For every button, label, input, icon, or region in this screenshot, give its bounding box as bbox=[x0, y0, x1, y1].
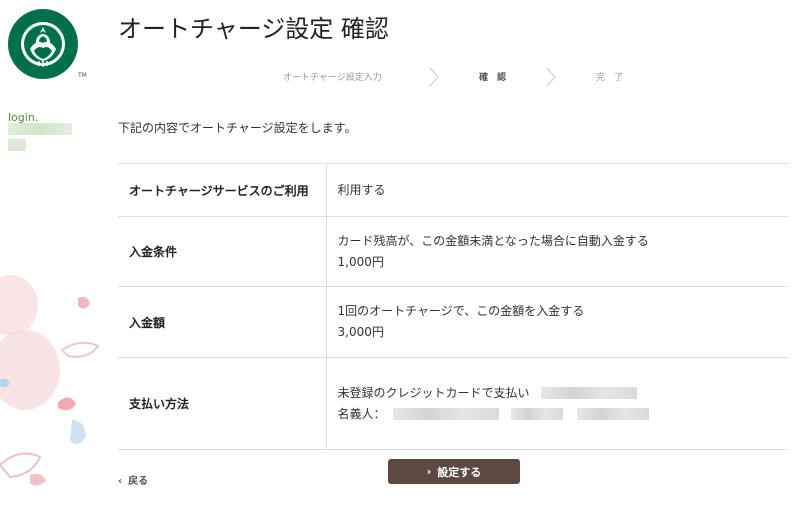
chevron-right-icon: › bbox=[426, 465, 432, 478]
redacted-username bbox=[8, 123, 72, 135]
back-label: 戻る bbox=[128, 476, 149, 487]
chevron-right-icon bbox=[546, 67, 556, 87]
value-line: 1回のオートチャージで、この金額を入金する bbox=[337, 304, 585, 318]
starbucks-logo[interactable] bbox=[8, 9, 78, 79]
chevron-left-icon: ‹ bbox=[118, 476, 123, 487]
redacted-holder-name bbox=[393, 408, 500, 420]
card-holder-label: 名義人： bbox=[337, 406, 386, 421]
trademark-mark: TM bbox=[78, 72, 87, 79]
step-complete: 完 了 bbox=[596, 73, 624, 83]
submit-settings-button[interactable]: › 設定する bbox=[388, 459, 520, 484]
table-row: 入金条件 カード残高が、この金額未満となった場合に自動入金する 1,000円 bbox=[118, 216, 788, 287]
sakura-decoration bbox=[0, 275, 100, 486]
sidebar: TM login. bbox=[0, 0, 100, 509]
confirmation-table: オートチャージサービスのご利用 利用する 入金条件 カード残高が、この金額未満と… bbox=[118, 163, 788, 450]
redacted-holder-name bbox=[511, 408, 564, 420]
card-holder-line: 名義人： bbox=[338, 404, 789, 425]
redacted-holder-name bbox=[577, 408, 649, 420]
row-value: 利用する bbox=[326, 163, 788, 217]
row-label: 支払い方法 bbox=[118, 357, 327, 450]
back-link[interactable]: ‹ 戻る bbox=[118, 472, 148, 487]
table-row: 支払い方法 未登録のクレジットカードで支払い 名義人： bbox=[118, 357, 789, 450]
chevron-right-icon bbox=[429, 67, 439, 87]
payment-method-text: 未登録のクレジットカードで支払い bbox=[337, 385, 530, 400]
page-title: オートチャージ設定 確認 bbox=[118, 15, 389, 43]
row-label: 入金額 bbox=[118, 286, 327, 358]
row-value: 未登録のクレジットカードで支払い 名義人： bbox=[326, 357, 789, 450]
value-amount: 3,000円 bbox=[337, 325, 384, 339]
progress-steps: オートチャージ設定入力 確 認 完 了 bbox=[283, 67, 663, 87]
redacted-card-number bbox=[541, 387, 638, 399]
row-value: 1回のオートチャージで、この金額を入金する 3,000円 bbox=[326, 286, 788, 358]
step-input: オートチャージ設定入力 bbox=[283, 73, 382, 83]
value-line: カード残高が、この金額未満となった場合に自動入金する bbox=[337, 233, 649, 248]
value-line: 利用する bbox=[337, 182, 386, 197]
redacted-user-detail bbox=[8, 139, 26, 151]
payment-method-line: 未登録のクレジットカードで支払い bbox=[338, 383, 789, 404]
value-amount: 1,000円 bbox=[337, 254, 384, 269]
step-confirm: 確 認 bbox=[479, 73, 507, 83]
table-row: 入金額 1回のオートチャージで、この金額を入金する 3,000円 bbox=[118, 286, 788, 358]
row-value: カード残高が、この金額未満となった場合に自動入金する 1,000円 bbox=[326, 216, 788, 287]
table-row: オートチャージサービスのご利用 利用する bbox=[118, 163, 788, 217]
row-label: オートチャージサービスのご利用 bbox=[118, 163, 327, 217]
intro-text: 下記の内容でオートチャージ設定をします。 bbox=[118, 121, 357, 135]
row-label: 入金条件 bbox=[118, 216, 327, 287]
submit-label: 設定する bbox=[437, 465, 482, 479]
